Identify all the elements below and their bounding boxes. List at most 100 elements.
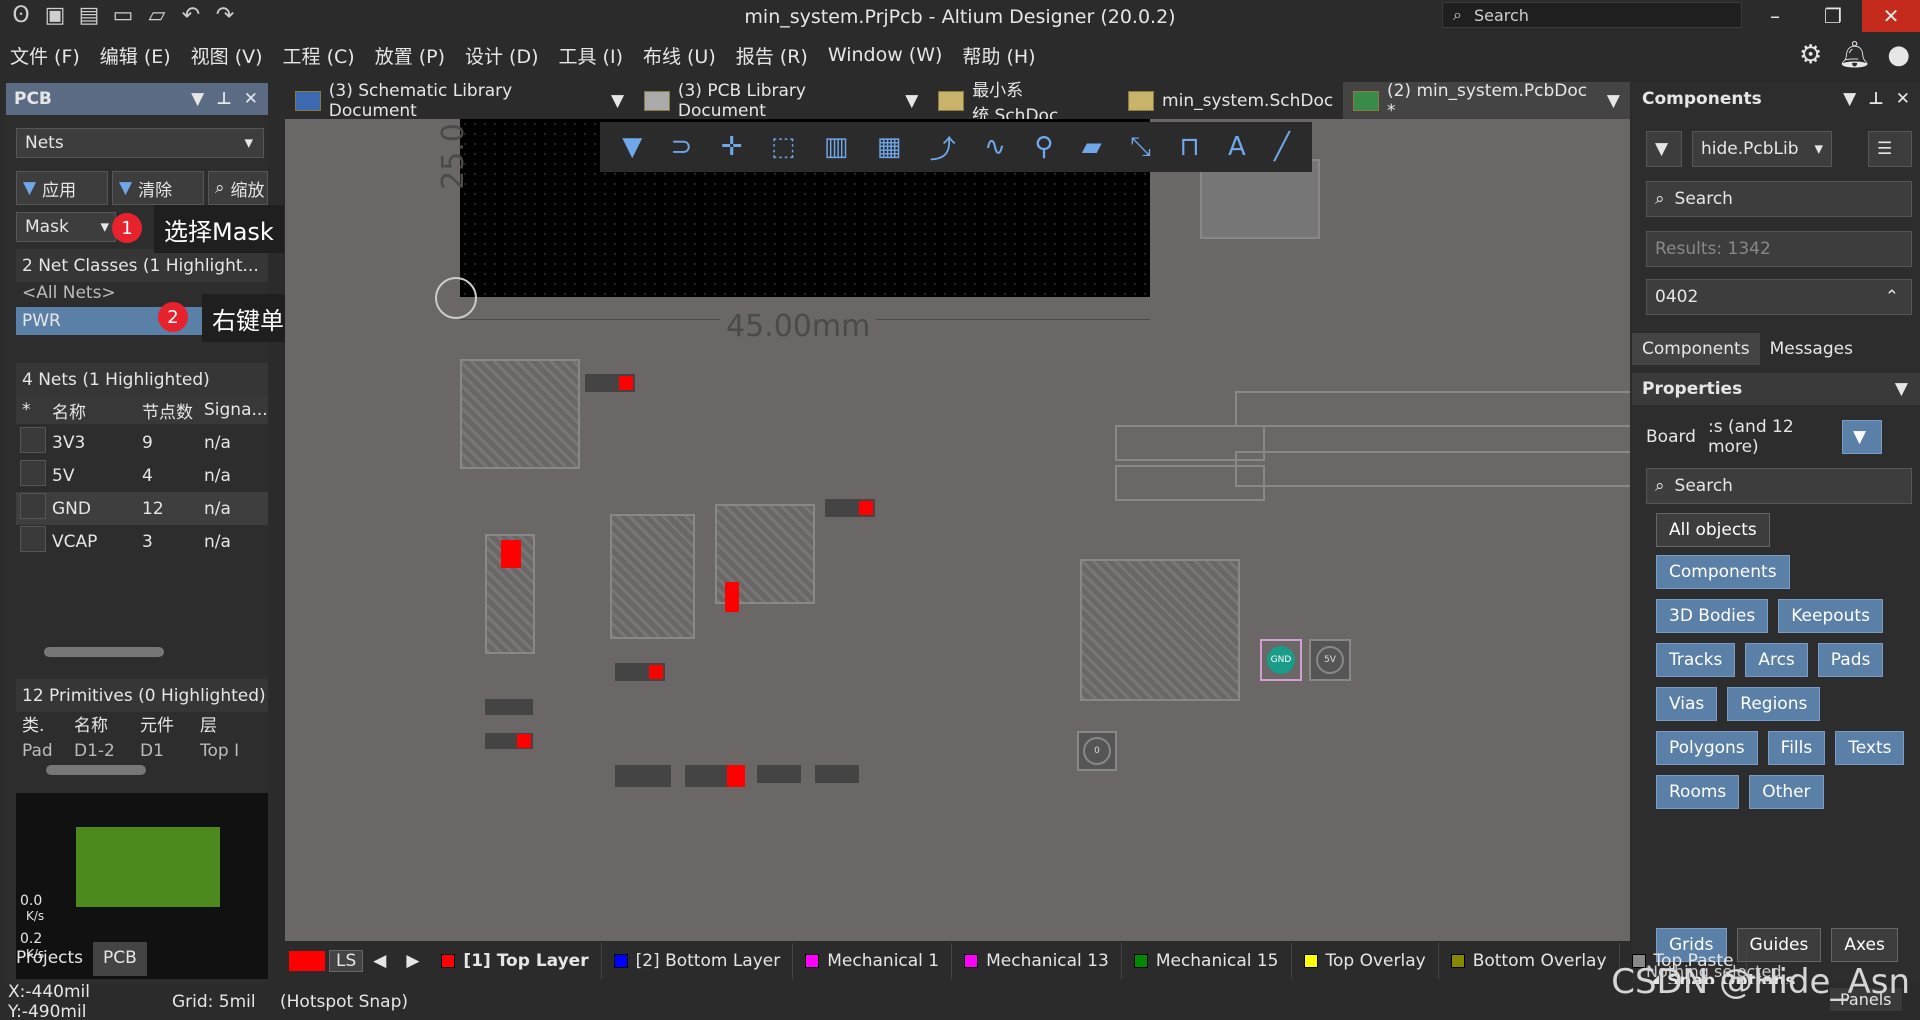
regulator-footprint[interactable] [610,514,695,639]
minimize-button[interactable]: – [1746,0,1804,32]
tab-schdoc[interactable]: min_system.SchDoc [1118,82,1343,120]
usb-connector-footprint[interactable] [1080,559,1240,701]
layer-mech15[interactable]: Mechanical 15 [1122,943,1292,979]
menu-window[interactable]: Window (W) [828,44,943,66]
layer-bottom[interactable]: [2] Bottom Layer [602,943,794,979]
net-row-gnd[interactable]: GND 12 n/a [16,492,268,525]
ruler-icon[interactable]: ⊓ [1179,132,1199,162]
filter-arcs[interactable]: Arcs [1745,643,1808,677]
mode-select[interactable]: Nets ▾ [16,128,264,158]
gear-icon[interactable]: ⚙ [1799,40,1822,70]
panel-menu-icon[interactable]: ▼ [191,89,204,109]
layer-top[interactable]: [1] Top Layer [429,943,602,979]
components-search[interactable]: ⌕ Search [1646,181,1912,217]
menu-edit[interactable]: 编辑 (E) [100,42,171,69]
bell-icon[interactable]: 🔔︎ [1838,40,1871,70]
tab-messages[interactable]: Messages [1760,333,1863,365]
via-icon[interactable]: ⚲ [1034,132,1053,162]
crystal-footprint[interactable] [485,534,535,654]
library-select[interactable]: hide.PcbLib ▾ [1692,131,1832,167]
align-icon[interactable]: ▥ [824,132,849,162]
p-col-name[interactable]: 名称 [74,711,140,736]
tab-schlib[interactable]: (3) Schematic Library Document ▼ [285,81,634,121]
net-row-vcap[interactable]: VCAP 3 n/a [16,525,268,558]
ic-footprint-u1[interactable] [460,359,580,469]
move-icon[interactable]: ✛ [721,132,743,162]
tab-components[interactable]: Components [1632,333,1760,365]
header-pins[interactable] [1115,391,1630,507]
col-star[interactable]: * [16,400,52,420]
pcb-canvas[interactable]: 25.0 45.00mm GND 5V 0 [285,119,1630,941]
filter-vias[interactable]: Vias [1656,687,1718,721]
library-menu-button[interactable]: ☰ [1868,131,1912,167]
p-col-comp[interactable]: 元件 [140,711,200,736]
menu-help[interactable]: 帮助 (H) [962,42,1035,69]
tab-schdoc-cn[interactable]: 最小系统.SchDoc [928,81,1118,126]
filter-tracks[interactable]: Tracks [1656,643,1736,677]
component-icon[interactable]: ▦ [877,132,902,162]
cap-footprint-2[interactable] [615,663,665,681]
gnd-testpoint[interactable]: GND [1260,639,1302,681]
cap-footprint[interactable] [825,499,875,517]
component-filter-input[interactable]: 0402 ⌃ [1646,279,1912,315]
tab-pcb[interactable]: PCB [93,942,147,976]
layer-mech13[interactable]: Mechanical 13 [952,943,1122,979]
menu-design[interactable]: 设计 (D) [465,42,539,69]
snap-axes[interactable]: Axes [1831,928,1898,962]
col-signal[interactable]: Signa... [204,400,268,420]
col-nodes[interactable]: 节点数 [142,398,204,423]
prev-layer-icon[interactable]: ◀ [363,951,396,971]
menu-route[interactable]: 布线 (U) [643,42,716,69]
layer-mech1[interactable]: Mechanical 1 [793,943,953,979]
route-icon[interactable]: ⤴ [930,129,956,166]
apply-button[interactable]: ▼ 应用 [16,171,108,205]
zoom-button[interactable]: ⌕ 缩放 [208,171,268,205]
filter-pads[interactable]: Pads [1817,643,1884,677]
layer-set-button[interactable]: LS [329,950,364,972]
pin-icon[interactable]: ⊥ [1868,89,1884,109]
5v-testpoint[interactable]: 5V [1309,639,1351,681]
nets-scrollbar[interactable] [44,647,164,657]
maximize-button[interactable]: ❐ [1804,0,1862,32]
net-row-3v3[interactable]: 3V3 9 n/a [16,426,268,459]
gnd-pad[interactable]: 0 [1077,731,1117,771]
cap-footprint-4[interactable] [485,733,533,749]
led-footprints[interactable] [615,765,955,787]
cap-footprint-3[interactable] [485,699,533,715]
filter-texts[interactable]: Texts [1835,731,1905,765]
panel-menu-icon[interactable]: ▼ [1843,89,1856,109]
filter-button[interactable]: ▼ [1842,419,1882,454]
select-area-icon[interactable]: ⬚ [771,132,796,162]
filter-fills[interactable]: Fills [1767,731,1826,765]
filter-polygons[interactable]: Polygons [1656,731,1758,765]
primitives-scrollbar[interactable] [46,765,146,775]
filter-icon[interactable]: ▼ [622,132,642,162]
user-icon[interactable]: ● [1887,40,1910,70]
filter-toggle[interactable]: ▼ [1646,131,1682,167]
text-icon[interactable]: A [1228,132,1246,162]
close-icon[interactable]: ✕ [1896,89,1910,109]
menu-project[interactable]: 工程 (C) [283,42,355,69]
interactive-routing-icon[interactable]: ⊃ [671,132,693,162]
close-icon[interactable]: ✕ [244,89,258,109]
filter-components[interactable]: Components [1656,555,1790,589]
snap-guides[interactable]: Guides [1736,928,1822,962]
mask-select[interactable]: Mask ▾ [16,212,116,242]
menu-view[interactable]: 视图 (V) [191,42,263,69]
filter-rooms[interactable]: Rooms [1656,775,1740,809]
line-icon[interactable]: ╱ [1274,132,1290,162]
p-col-type[interactable]: 类. [16,711,74,736]
col-name[interactable]: 名称 [52,398,142,423]
close-button[interactable]: ✕ [1862,0,1920,32]
layer-bottom-overlay[interactable]: Bottom Overlay [1439,943,1620,979]
properties-search[interactable]: ⌕ Search [1646,468,1912,504]
region-icon[interactable]: ▰ [1082,132,1102,162]
tab-pcbdoc[interactable]: (2) min_system.PcbDoc * ▼ [1343,81,1630,121]
layer-top-overlay[interactable]: Top Overlay [1292,943,1439,979]
all-objects-button[interactable]: All objects [1656,513,1770,547]
next-layer-icon[interactable]: ▶ [396,951,429,971]
pin-icon[interactable]: ⊥ [216,89,232,109]
filter-keepouts[interactable]: Keepouts [1778,599,1883,633]
menu-reports[interactable]: 报告 (R) [736,42,808,69]
tab-pcblib[interactable]: (3) PCB Library Document ▼ [634,81,928,121]
